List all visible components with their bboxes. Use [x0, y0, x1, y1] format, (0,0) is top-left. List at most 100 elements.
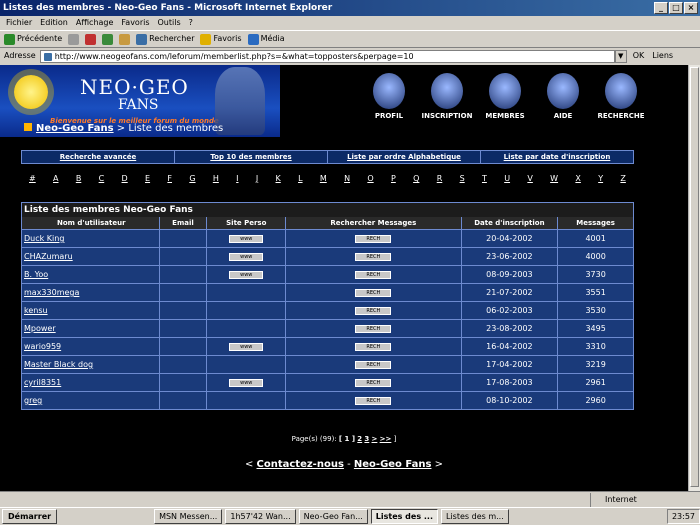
close-button[interactable]: ×	[684, 2, 698, 14]
nav-inscription[interactable]: INSCRIPTION	[418, 73, 476, 120]
letter-link-p[interactable]: P	[391, 174, 396, 183]
filter-advanced-search[interactable]: Recherche avancée	[22, 151, 175, 163]
menu-fichier[interactable]: Fichier	[6, 16, 32, 30]
letter-link-e[interactable]: E	[145, 174, 150, 183]
letter-link-l[interactable]: L	[298, 174, 302, 183]
home-button[interactable]	[119, 33, 131, 45]
menu-outils[interactable]: Outils	[158, 16, 181, 30]
search-posts-button[interactable]: RECH	[355, 360, 392, 369]
www-button[interactable]: www	[229, 342, 264, 351]
menu-favoris[interactable]: Favoris	[121, 16, 149, 30]
search-posts-button[interactable]: RECH	[355, 306, 392, 315]
username-link[interactable]: Master Black dog	[24, 360, 93, 369]
username-link[interactable]: Duck King	[24, 234, 64, 243]
task-neogeo[interactable]: Neo-Geo Fan...	[298, 509, 368, 524]
col-date[interactable]: Date d'inscription	[461, 217, 559, 229]
search-posts-button[interactable]: RECH	[355, 288, 392, 297]
search-posts-button[interactable]: RECH	[355, 252, 392, 261]
letter-link-n[interactable]: N	[344, 174, 350, 183]
task-listes-active[interactable]: Listes des ...	[370, 509, 438, 524]
stop-button[interactable]	[85, 33, 97, 45]
nav-profil[interactable]: PROFIL	[360, 73, 418, 120]
menu-help[interactable]: ?	[189, 16, 193, 30]
back-button[interactable]: Précédente	[4, 31, 62, 47]
scrollbar-thumb[interactable]	[690, 67, 699, 487]
letter-link-i[interactable]: I	[236, 174, 238, 183]
media-button[interactable]: Média	[247, 31, 285, 47]
letter-link-m[interactable]: M	[320, 174, 327, 183]
username-link[interactable]: max330mega	[24, 288, 79, 297]
search-posts-button[interactable]: RECH	[355, 342, 392, 351]
search-posts-button[interactable]: RECH	[355, 378, 392, 387]
col-messages[interactable]: Messages	[558, 217, 633, 229]
search-posts-button[interactable]: RECH	[355, 396, 392, 405]
username-link[interactable]: wario959	[24, 342, 61, 351]
username-link[interactable]: Mpower	[24, 324, 56, 333]
nav-membres[interactable]: MEMBRES	[476, 73, 534, 120]
letter-link-r[interactable]: R	[437, 174, 443, 183]
pager-page-3[interactable]: 3	[364, 435, 369, 443]
menu-affichage[interactable]: Affichage	[76, 16, 114, 30]
refresh-button[interactable]	[102, 33, 114, 45]
go-button[interactable]: OK	[633, 48, 645, 64]
username-link[interactable]: cyril8351	[24, 378, 61, 387]
letter-link-c[interactable]: C	[99, 174, 105, 183]
letter-link-q[interactable]: Q	[413, 174, 419, 183]
nav-recherche[interactable]: RECHERCHE	[592, 73, 650, 120]
pager-page-2[interactable]: 2	[357, 435, 362, 443]
minimize-button[interactable]: _	[654, 2, 668, 14]
forward-button[interactable]	[68, 33, 80, 45]
filter-top10[interactable]: Top 10 des membres	[175, 151, 328, 163]
letter-link-t[interactable]: T	[482, 174, 487, 183]
letter-link-k[interactable]: K	[276, 174, 281, 183]
search-posts-button[interactable]: RECH	[355, 324, 392, 333]
www-button[interactable]: www	[229, 378, 264, 387]
username-link[interactable]: B. Yoo	[24, 270, 48, 279]
letter-link-v[interactable]: V	[527, 174, 532, 183]
letter-link-u[interactable]: U	[504, 174, 510, 183]
www-button[interactable]: www	[229, 252, 264, 261]
contact-link[interactable]: Contactez-nous	[257, 459, 344, 470]
letter-link-z[interactable]: Z	[620, 174, 625, 183]
letter-link-j[interactable]: J	[256, 174, 258, 183]
filter-alphabetical[interactable]: Liste par ordre Alphabetique	[328, 151, 481, 163]
pager-next[interactable]: >	[372, 435, 378, 443]
letter-link-f[interactable]: F	[167, 174, 172, 183]
letter-link-b[interactable]: B	[76, 174, 82, 183]
letter-link-h[interactable]: H	[213, 174, 219, 183]
menu-edition[interactable]: Edition	[40, 16, 68, 30]
letter-link-o[interactable]: O	[367, 174, 373, 183]
nav-aide[interactable]: AIDE	[534, 73, 592, 120]
breadcrumb-home-link[interactable]: Neo-Geo Fans	[36, 123, 114, 134]
letter-link-d[interactable]: D	[122, 174, 128, 183]
task-msn[interactable]: MSN Messen...	[154, 509, 223, 524]
username-link[interactable]: greg	[24, 396, 42, 405]
letter-link-hash[interactable]: #	[29, 174, 36, 183]
address-input[interactable]: http://www.neogeofans.com/leforum/member…	[39, 49, 615, 63]
letter-link-w[interactable]: W	[550, 174, 558, 183]
search-posts-button[interactable]: RECH	[355, 270, 392, 279]
vertical-scrollbar[interactable]	[688, 65, 700, 491]
search-button[interactable]: Rechercher	[136, 31, 194, 47]
username-link[interactable]: kensu	[24, 306, 48, 315]
filter-by-date[interactable]: Liste par date d'inscription	[481, 151, 633, 163]
address-dropdown[interactable]: ▼	[614, 49, 627, 63]
links-button[interactable]: Liens	[652, 48, 673, 64]
favorites-button[interactable]: Favoris	[200, 31, 242, 47]
maximize-button[interactable]: □	[669, 2, 683, 14]
letter-link-g[interactable]: G	[189, 174, 195, 183]
footer-home-link[interactable]: Neo-Geo Fans	[354, 459, 432, 470]
www-button[interactable]: www	[229, 270, 264, 279]
letter-link-a[interactable]: A	[53, 174, 58, 183]
task-wan[interactable]: 1h57'42 Wan...	[225, 509, 296, 524]
start-button[interactable]: Démarrer	[2, 509, 58, 524]
task-listes[interactable]: Listes des m...	[441, 509, 509, 524]
letter-link-s[interactable]: S	[460, 174, 465, 183]
col-username[interactable]: Nom d'utilisateur	[22, 217, 160, 229]
letter-link-y[interactable]: Y	[598, 174, 603, 183]
pager-last[interactable]: >>	[380, 435, 392, 443]
search-posts-button[interactable]: RECH	[355, 234, 392, 243]
letter-link-x[interactable]: X	[575, 174, 580, 183]
www-button[interactable]: www	[229, 234, 264, 243]
username-link[interactable]: CHAZumaru	[24, 252, 73, 261]
